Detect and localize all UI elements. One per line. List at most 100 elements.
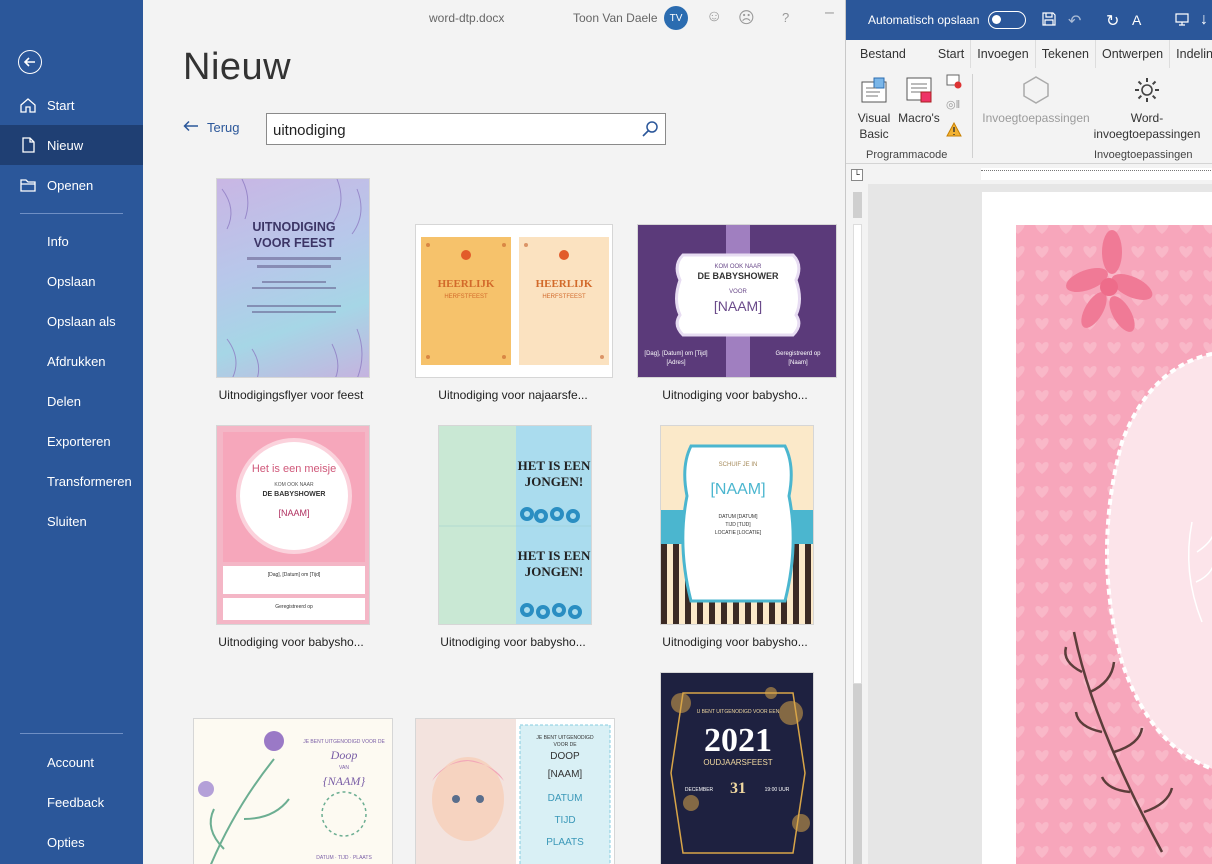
search-icon[interactable] bbox=[641, 120, 659, 143]
addins-button[interactable]: Invoegtoepassingen bbox=[982, 74, 1090, 126]
tab-tekenen[interactable]: Tekenen bbox=[1036, 40, 1096, 68]
help-icon[interactable]: ? bbox=[782, 10, 789, 25]
svg-text:PLAATS: PLAATS bbox=[546, 837, 584, 848]
home-icon bbox=[0, 96, 47, 114]
tab-ontwerpen[interactable]: Ontwerpen bbox=[1096, 40, 1171, 68]
nav-item-label: Opties bbox=[47, 834, 85, 850]
autosave-toggle[interactable] bbox=[988, 11, 1026, 29]
tab-stop-selector[interactable]: └ bbox=[851, 169, 863, 181]
svg-text:DECEMBER: DECEMBER bbox=[685, 787, 714, 793]
pause-macro-icon[interactable]: ◎‖ bbox=[946, 98, 960, 111]
word-window: Automatisch opslaan ↶ ↻ A ↓ Bestand Star… bbox=[845, 0, 1212, 864]
frown-feedback-icon[interactable]: ☹ bbox=[738, 8, 755, 28]
svg-text:DATUM: DATUM bbox=[548, 793, 583, 804]
nav-item-nieuw[interactable]: Nieuw bbox=[0, 125, 143, 165]
svg-text:DATUM [DATUM]: DATUM [DATUM] bbox=[719, 514, 759, 520]
nav-item-label: Info bbox=[47, 233, 69, 249]
svg-text:LOCATIE [LOCATIE]: LOCATIE [LOCATIE] bbox=[715, 530, 762, 536]
svg-text:DATUM · TIJD · PLAATS: DATUM · TIJD · PLAATS bbox=[316, 855, 372, 861]
visual-basic-label: Visual Basic bbox=[857, 111, 891, 141]
document-page[interactable] bbox=[982, 192, 1212, 864]
nav-item-opties[interactable]: Opties bbox=[0, 822, 143, 862]
group-label-programmacode: Programmacode bbox=[866, 149, 948, 161]
nav-item-exporteren[interactable]: Exporteren bbox=[0, 421, 143, 461]
quick-access-toolbar: Automatisch opslaan ↶ ↻ A ↓ bbox=[846, 0, 1212, 40]
minimize-icon[interactable]: – bbox=[825, 4, 834, 22]
svg-text:U BENT UITGENODIGD VOOR EEN: U BENT UITGENODIGD VOOR EEN bbox=[697, 709, 780, 715]
nav-item-label: Exporteren bbox=[47, 433, 111, 449]
nav-item-label: Start bbox=[47, 97, 75, 113]
nav-item-openen[interactable]: Openen bbox=[0, 165, 143, 205]
back-arrow-icon[interactable] bbox=[18, 50, 42, 74]
visual-basic-button[interactable]: Visual Basic bbox=[856, 74, 892, 142]
svg-text:HET IS EEN: HET IS EEN bbox=[518, 458, 591, 473]
back-link-label: Terug bbox=[207, 120, 240, 135]
svg-text:JE BENT UITGENODIGD VOOR DE: JE BENT UITGENODIGD VOOR DE bbox=[303, 739, 385, 745]
document-name: word-dtp.docx bbox=[429, 11, 505, 25]
nav-item-afdrukken[interactable]: Afdrukken bbox=[0, 341, 143, 381]
vertical-ruler[interactable] bbox=[846, 184, 868, 864]
record-macro-icon[interactable] bbox=[946, 74, 962, 95]
macros-label: Macro's bbox=[898, 111, 940, 125]
tab-bestand[interactable]: Bestand bbox=[846, 40, 912, 68]
nav-item-info[interactable]: Info bbox=[0, 221, 143, 261]
font-size-icon[interactable]: A bbox=[1132, 12, 1141, 28]
template-thumbnail: JE BENT UITGENODIGD VOOR DE Doop VAN {NA… bbox=[193, 718, 393, 864]
nav-item-transformeren[interactable]: Transformeren bbox=[0, 461, 143, 501]
nav-item-label: Openen bbox=[47, 177, 94, 193]
svg-text:{NAAM}: {NAAM} bbox=[323, 774, 365, 788]
nav-item-account[interactable]: Account bbox=[0, 742, 143, 782]
word-addins-button[interactable]: Word-invoegtoepassingen bbox=[1092, 74, 1202, 142]
backstage-nav: Start Nieuw Openen Info Opslaan Opslaan … bbox=[0, 0, 143, 864]
template-thumbnail: KOM OOK NAAR DE BABYSHOWER VOOR [NAAM] [… bbox=[637, 224, 837, 378]
svg-text:[NAAM]: [NAAM] bbox=[710, 481, 765, 498]
tab-start[interactable]: Start bbox=[912, 40, 972, 68]
horizontal-ruler[interactable]: └ bbox=[846, 164, 1212, 184]
nav-divider bbox=[20, 733, 123, 734]
nav-item-label: Transformeren bbox=[47, 473, 132, 489]
undo-icon[interactable]: ↶ bbox=[1068, 11, 1081, 31]
open-folder-icon bbox=[0, 176, 47, 194]
nav-item-delen[interactable]: Delen bbox=[0, 381, 143, 421]
group-separator bbox=[972, 74, 973, 158]
nav-item-label: Opslaan bbox=[47, 273, 96, 289]
ribbon-tabs: Bestand Start Invoegen Tekenen Ontwerpen… bbox=[846, 40, 1212, 68]
search-input[interactable] bbox=[273, 120, 633, 140]
svg-text:Doop: Doop bbox=[330, 748, 358, 762]
svg-text:DE BABYSHOWER: DE BABYSHOWER bbox=[697, 271, 779, 281]
svg-text:UITNODIGING: UITNODIGING bbox=[252, 220, 335, 234]
nav-item-start[interactable]: Start bbox=[0, 85, 143, 125]
svg-text:VOOR DE: VOOR DE bbox=[553, 742, 577, 748]
macros-button[interactable]: Macro's bbox=[898, 74, 940, 126]
tab-invoegen[interactable]: Invoegen bbox=[971, 40, 1036, 68]
template-thumbnail: SCHUIF JE IN [NAAM] DATUM [DATUM] TIJD [… bbox=[660, 425, 814, 625]
page-title: Nieuw bbox=[183, 46, 292, 88]
app-root: Start Nieuw Openen Info Opslaan Opslaan … bbox=[0, 0, 1212, 864]
document-canvas[interactable] bbox=[868, 184, 1212, 864]
autosave-label: Automatisch opslaan bbox=[868, 13, 980, 27]
smile-feedback-icon[interactable]: ☺ bbox=[706, 8, 722, 26]
macro-security-icon[interactable] bbox=[946, 121, 962, 143]
save-icon[interactable] bbox=[1041, 11, 1057, 32]
avatar[interactable]: TV bbox=[664, 6, 688, 30]
nav-item-opslaan-als[interactable]: Opslaan als bbox=[0, 301, 143, 341]
svg-text:2021: 2021 bbox=[704, 722, 772, 759]
svg-text:HERFSTFEEST: HERFSTFEEST bbox=[542, 294, 586, 300]
present-icon[interactable] bbox=[1174, 11, 1190, 32]
template-caption: Uitnodiging voor babysho... bbox=[662, 635, 808, 649]
nav-item-feedback[interactable]: Feedback bbox=[0, 782, 143, 822]
new-document-icon bbox=[0, 136, 47, 154]
tab-indeling[interactable]: Indeling bbox=[1170, 40, 1212, 68]
redo-icon[interactable]: ↻ bbox=[1106, 11, 1119, 31]
backstage-main: word-dtp.docx Toon Van Daele TV ☺ ☹ ? – … bbox=[143, 0, 845, 864]
svg-text:[NAAM]: [NAAM] bbox=[548, 769, 583, 780]
back-link[interactable]: Terug bbox=[183, 120, 240, 135]
template-thumbnail: U BENT UITGENODIGD VOOR EEN 2021 OUDJAAR… bbox=[660, 672, 814, 864]
template-thumbnail: JE BENT UITGENODIGD VOOR DE DOOP [NAAM] … bbox=[415, 718, 615, 864]
nav-item-opslaan[interactable]: Opslaan bbox=[0, 261, 143, 301]
more-commands-icon[interactable]: ↓ bbox=[1200, 11, 1208, 29]
addins-icon bbox=[982, 74, 1090, 110]
template-thumbnail: UITNODIGING VOOR FEEST bbox=[216, 178, 370, 378]
ribbon: Visual Basic Macro's ◎‖ Programmacode In… bbox=[846, 68, 1212, 164]
nav-item-sluiten[interactable]: Sluiten bbox=[0, 501, 143, 541]
